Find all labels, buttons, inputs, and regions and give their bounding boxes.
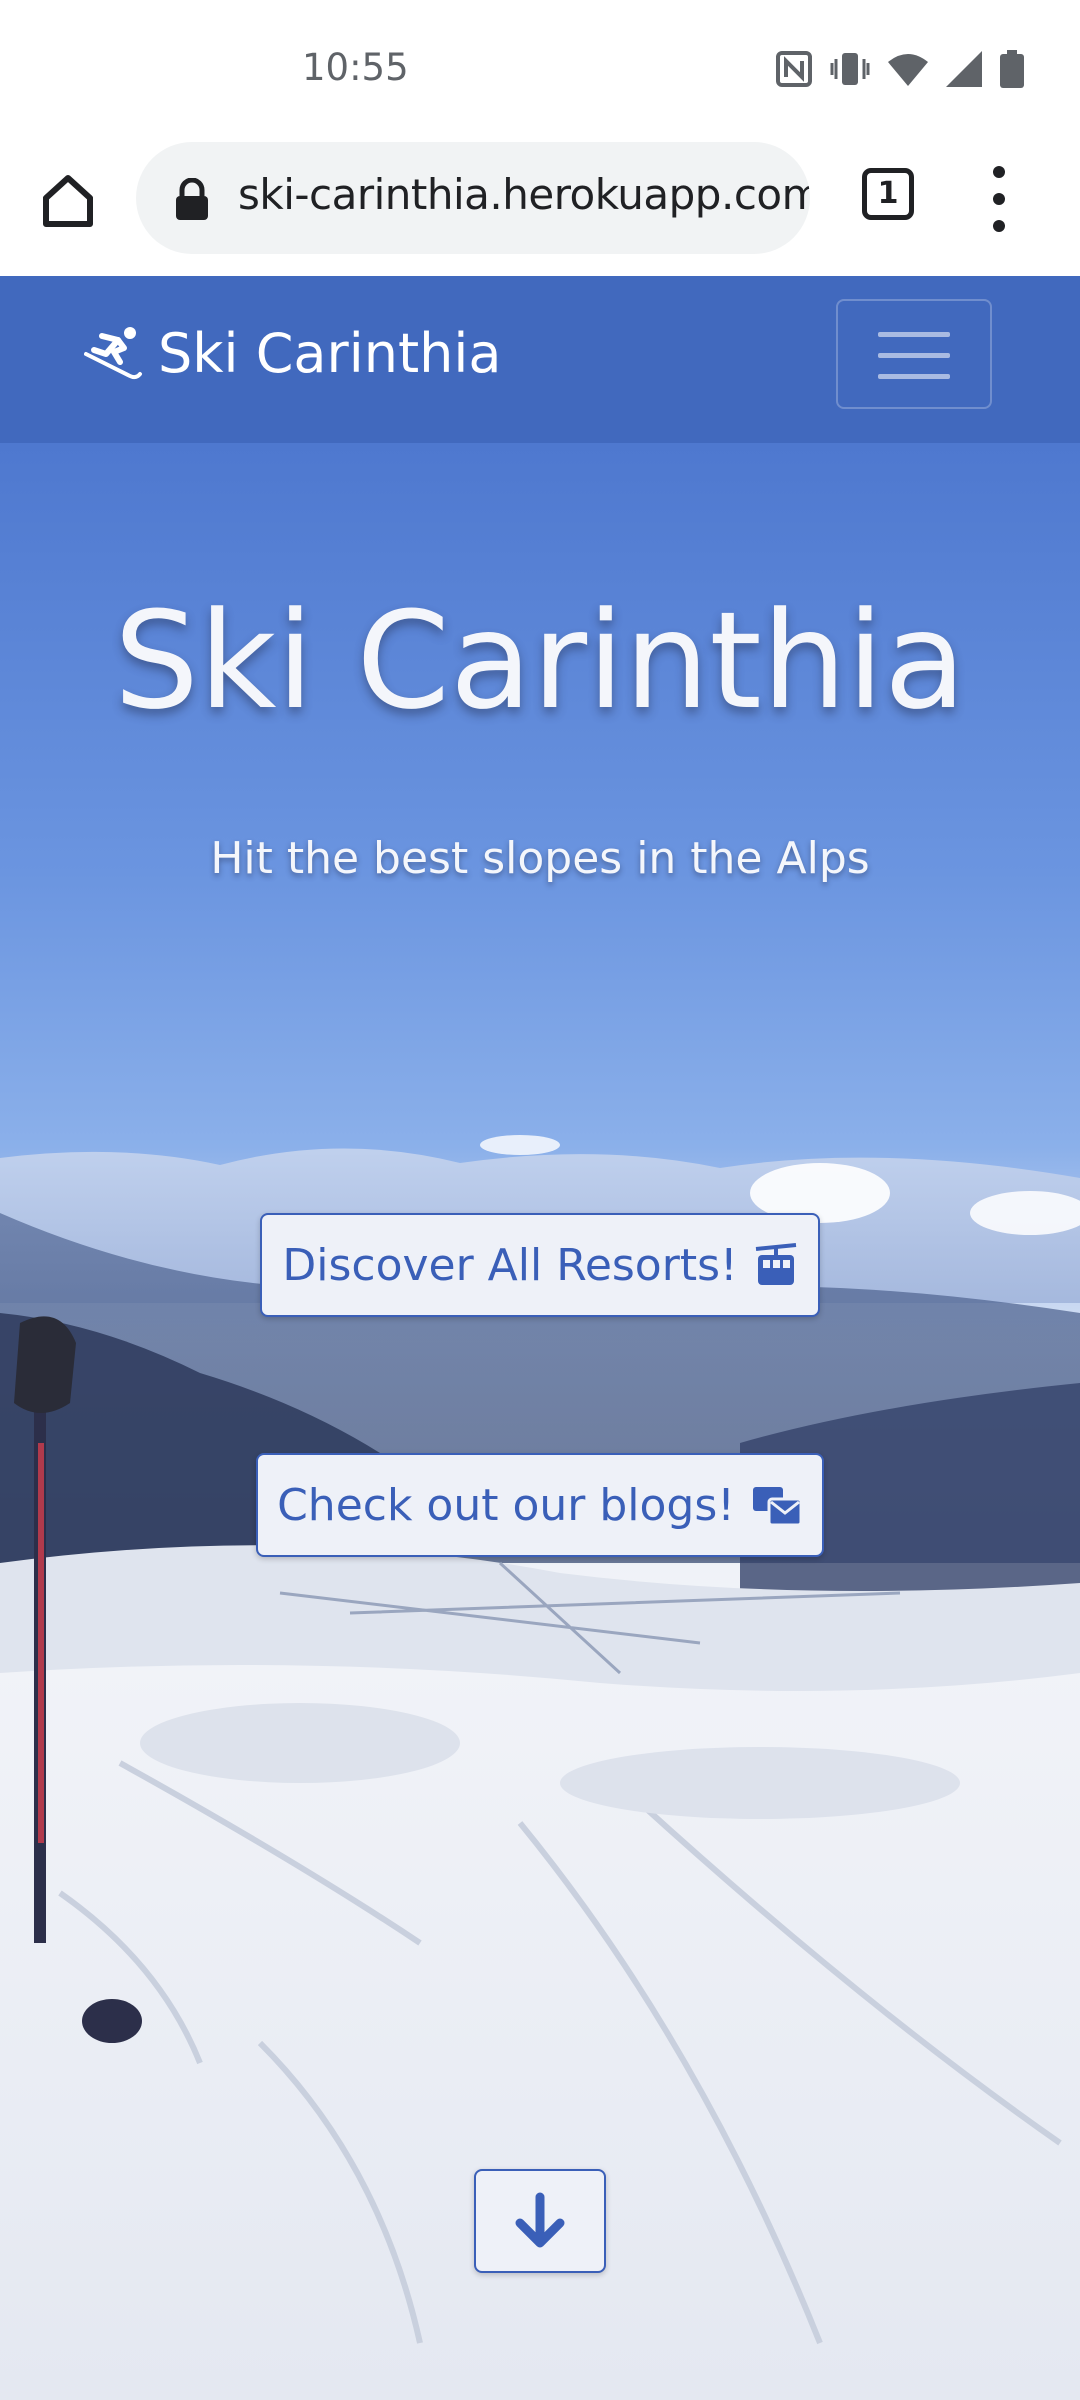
lock-icon xyxy=(176,178,208,220)
url-text: ski-carinthia.herokuapp.com xyxy=(238,170,810,219)
hero-subtitle: Hit the best slopes in the Alps xyxy=(210,833,870,884)
status-icons xyxy=(776,50,1024,92)
check-blogs-button[interactable]: Check out our blogs! xyxy=(256,1453,824,1557)
home-icon xyxy=(43,175,93,227)
hero-title: Ski Carinthia xyxy=(113,583,967,739)
address-bar[interactable]: ski-carinthia.herokuapp.com xyxy=(136,142,810,254)
battery-icon xyxy=(1000,50,1024,92)
discover-resorts-button[interactable]: Discover All Resorts! xyxy=(260,1213,820,1317)
site-navbar: Ski Carinthia xyxy=(0,276,1080,443)
brand-link[interactable]: Ski Carinthia xyxy=(84,322,501,385)
wifi-icon xyxy=(888,52,928,90)
mail-bulk-icon xyxy=(752,1487,803,1527)
check-blogs-label: Check out our blogs! xyxy=(277,1479,735,1531)
skiing-icon xyxy=(84,326,142,379)
tab-count: 1 xyxy=(877,176,899,211)
arrow-down-icon xyxy=(515,2192,565,2248)
brand-name: Ski Carinthia xyxy=(158,322,502,385)
hero-section: Ski Carinthia Hit the best slopes in the… xyxy=(0,443,1080,2400)
navbar-toggle-button[interactable] xyxy=(836,299,992,409)
scroll-down-button[interactable] xyxy=(474,2169,606,2273)
status-bar: 10:55 xyxy=(0,0,1080,138)
browser-toolbar: ski-carinthia.herokuapp.com 1 xyxy=(0,138,1080,276)
home-button[interactable] xyxy=(36,168,100,232)
tram-icon xyxy=(755,1243,796,1285)
vibrate-icon xyxy=(830,51,870,91)
more-vert-icon[interactable] xyxy=(984,166,1014,232)
nfc-icon xyxy=(776,51,812,91)
signal-icon xyxy=(946,51,982,91)
discover-resorts-label: Discover All Resorts! xyxy=(282,1239,738,1291)
tabs-button[interactable]: 1 xyxy=(862,168,914,220)
status-time: 10:55 xyxy=(302,46,409,89)
